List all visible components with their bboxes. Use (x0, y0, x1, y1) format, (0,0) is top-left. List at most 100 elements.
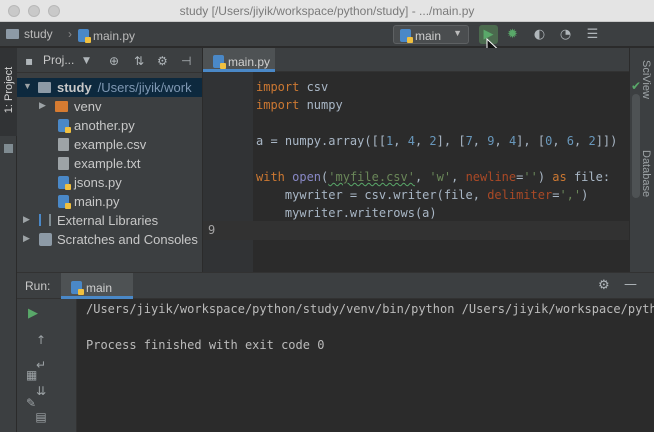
tree-item-example-csv[interactable]: example.csv (17, 135, 202, 154)
debug-button[interactable]: ✹ (503, 25, 522, 44)
console-result-line: Process finished with exit code 0 (86, 338, 325, 352)
code-token: mywriter.writerows(a) (256, 206, 437, 220)
editor-tab-main-py[interactable]: main.py (203, 48, 275, 72)
code-token: 'w' (429, 170, 452, 184)
run-panel-label: Run: (25, 279, 51, 293)
python-file-icon (58, 119, 71, 133)
code-line-1[interactable]: import csv (256, 80, 328, 98)
window-title: study [/Users/jiyik/workspace/python/stu… (179, 4, 475, 18)
tree-item-label: Scratches and Consoles (57, 232, 198, 247)
hide-panel-icon[interactable]: ⊣ (181, 54, 191, 68)
code-token: ) (537, 170, 553, 184)
code-line-4[interactable]: a = numpy.array([[1, 4, 2], [7, 9, 4], [… (256, 134, 617, 152)
code-token: , (414, 170, 430, 184)
folder-icon: ▪ (25, 54, 34, 68)
tree-item-label: example.csv (74, 137, 147, 152)
project-panel: ▪ Proj... ▼ ⊕ ⇅ ⚙ ⊣ ▼ study/Users/jiyik/… (17, 48, 203, 272)
code-token: with (256, 170, 285, 184)
code-token: , (414, 134, 430, 148)
collapse-all-icon[interactable]: ⇅ (134, 54, 144, 68)
code-line-6[interactable]: with open('myfile.csv', 'w', newline='')… (256, 170, 610, 188)
run-console[interactable] (77, 299, 654, 432)
database-tool-tab[interactable]: Database (640, 150, 652, 197)
line-number: 9 (208, 223, 216, 237)
editor-scrollbar[interactable] (632, 94, 640, 198)
tree-item-label: jsons.py (74, 175, 122, 190)
tree-item-another-py[interactable]: another.py (17, 116, 202, 135)
code-line-8[interactable]: mywriter.writerows(a) (256, 206, 437, 224)
profile-icon: ◔ (559, 27, 572, 42)
chevron-down-icon[interactable]: ▼ (83, 56, 90, 66)
project-tool-tab-label: 1: Project (3, 66, 15, 114)
scroll-to-end-icon[interactable]: ⇊ (34, 384, 48, 398)
gear-icon[interactable]: ⚙ (598, 278, 610, 293)
code-token: , (451, 170, 466, 184)
project-panel-title[interactable]: Proj... (43, 53, 74, 67)
debug-icon: ✹ (507, 27, 518, 42)
project-panel-header: ▪ Proj... ▼ ⊕ ⇅ ⚙ ⊣ (17, 48, 202, 73)
code-token: ',' (559, 188, 582, 202)
tree-item-external-libraries[interactable]: ▶ External Libraries (17, 211, 202, 230)
tree-item-study[interactable]: ▼ study/Users/jiyik/work (17, 78, 202, 97)
tree-item-label: venv (74, 99, 102, 114)
tree-item-scratches[interactable]: ▶ Scratches and Consoles (17, 230, 202, 249)
code-token: newline (465, 170, 517, 184)
print-icon[interactable]: ▤ (34, 410, 48, 424)
chevron-right-icon[interactable]: ▶ (23, 214, 30, 225)
chevron-right-icon[interactable]: ▶ (39, 100, 46, 111)
code-token: as (552, 170, 567, 184)
sciview-tool-tab[interactable]: SciView (640, 60, 652, 99)
breadcrumb-project[interactable]: study (6, 27, 53, 41)
tree-item-main-py[interactable]: main.py (17, 192, 202, 211)
code-token: open (284, 170, 322, 184)
navigation-bar: study › main.py main ▼ ▶ ✹ ◐ ◔ ☰ (0, 22, 654, 47)
code-line-2[interactable]: import numpy (256, 98, 343, 116)
breadcrumb-file[interactable]: main.py (78, 27, 135, 43)
code-token: ) (581, 188, 589, 202)
run-configuration-select[interactable]: main ▼ (393, 25, 469, 44)
chevron-down-icon[interactable]: ▼ (23, 81, 32, 91)
layout-icon[interactable]: ▦ (26, 368, 37, 382)
code-token: delimiter (487, 188, 553, 202)
folder-icon (6, 29, 19, 39)
rerun-icon[interactable]: ▶ (28, 306, 38, 321)
editor-gutter (203, 72, 253, 272)
concurrency-diagram-button[interactable]: ☰ (583, 25, 602, 44)
code-token: , (472, 134, 488, 148)
coverage-button[interactable]: ◐ (530, 25, 549, 44)
code-token: 2 (429, 134, 437, 148)
structure-icon[interactable] (4, 144, 13, 153)
code-line-7[interactable]: mywriter = csv.writer(file, delimiter=',… (256, 188, 588, 206)
code-token: , (574, 134, 589, 148)
editor-tab-label: main.py (228, 55, 271, 69)
pin-icon[interactable]: ✎ (26, 396, 36, 410)
folder-icon (55, 101, 68, 112)
run-tab-label: main (86, 281, 113, 295)
code-token: '' (523, 170, 538, 184)
chevron-right-icon[interactable]: ▶ (23, 233, 30, 244)
code-token: 4 (407, 134, 415, 148)
run-panel-header: Run: main ⚙ — (17, 272, 654, 299)
code-token: 6 (566, 134, 574, 148)
code-token: 2 (588, 134, 596, 148)
tree-item-label: another.py (74, 118, 135, 133)
scratch-icon (39, 233, 52, 246)
python-file-icon (58, 176, 71, 190)
tree-item-venv[interactable]: ▶ venv (17, 97, 202, 116)
tree-item-example-txt[interactable]: example.txt (17, 154, 202, 173)
text-file-icon (58, 157, 69, 170)
title-bar: study [/Users/jiyik/workspace/python/stu… (0, 0, 654, 22)
up-icon[interactable]: ↑ (34, 333, 48, 347)
hide-panel-icon[interactable]: — (624, 277, 637, 292)
run-tab-main[interactable]: main (61, 273, 133, 299)
profile-button[interactable]: ◔ (556, 25, 575, 44)
locate-icon[interactable]: ⊕ (109, 54, 119, 68)
gear-icon[interactable]: ⚙ (157, 54, 168, 68)
library-icon (39, 214, 51, 226)
left-tool-strip: 1: Project (0, 48, 17, 432)
code-token: , (552, 134, 567, 148)
project-tool-tab[interactable]: 1: Project (0, 48, 17, 136)
tree-item-label: example.txt (74, 156, 141, 171)
tree-item-label: main.py (74, 194, 120, 209)
tree-item-jsons-py[interactable]: jsons.py (17, 173, 202, 192)
